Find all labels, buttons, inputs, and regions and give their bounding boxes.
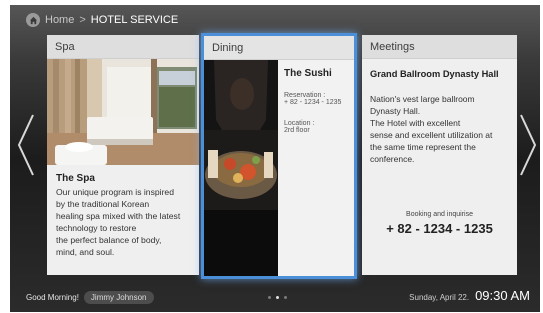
meetings-desc-line: the same time represent the xyxy=(370,142,476,152)
page-indicator xyxy=(268,296,287,299)
greeting: Good Morning! Jimmy Johnson xyxy=(26,291,154,304)
breadcrumb-home[interactable]: Home xyxy=(45,14,74,26)
location-label: Location : xyxy=(284,120,315,127)
meetings-desc-line: Nation's vest large ballroom xyxy=(370,94,475,104)
home-icon[interactable] xyxy=(26,13,40,27)
spa-title: The Spa xyxy=(56,173,95,184)
meetings-desc-line: The Hotel with excellent xyxy=(370,118,461,128)
spa-desc-line: the perfect balance of body, xyxy=(56,235,162,245)
meetings-card[interactable]: Meetings Grand Ballroom Dynasty Hall Nat… xyxy=(362,35,517,275)
meetings-desc-line: conference. xyxy=(370,154,415,164)
spa-desc-line: mind, and soul. xyxy=(56,247,115,257)
meetings-card-body: Grand Ballroom Dynasty Hall Nation's ves… xyxy=(362,59,517,175)
breadcrumb-separator: > xyxy=(79,14,86,26)
tv-screen: Home > HOTEL SERVICE Spa The Spa Our uni… xyxy=(10,5,540,312)
time-text: 09:30 AM xyxy=(475,288,530,303)
booking-phone: + 82 - 1234 - 1235 xyxy=(386,221,493,236)
spa-photo xyxy=(47,59,199,165)
booking-label: Booking and inquirise xyxy=(406,211,473,218)
breadcrumb: Home > HOTEL SERVICE xyxy=(26,11,178,29)
spa-desc-line: by the traditional Korean xyxy=(56,199,150,209)
spa-desc-line: Our unique program is inspired xyxy=(56,187,174,197)
dining-card-header: Dining xyxy=(204,36,354,60)
date-text: Sunday, April 22. xyxy=(409,293,470,302)
spa-desc-line: technology to restore xyxy=(56,223,137,233)
chevron-right-icon[interactable] xyxy=(518,113,538,177)
chevron-left-icon[interactable] xyxy=(16,113,36,177)
dining-card[interactable]: Dining The Sushi Reservation: + 82 - 12… xyxy=(201,33,357,279)
page-dot[interactable] xyxy=(268,296,271,299)
spa-card-body: The Spa Our unique program is inspired b… xyxy=(47,165,199,262)
meetings-desc-line: Dynasty Hall. xyxy=(370,106,421,116)
spa-desc-line: healing spa mixed with the latest xyxy=(56,211,181,221)
greeting-text: Good Morning! xyxy=(26,293,79,302)
spa-card[interactable]: Spa The Spa Our unique program is inspir… xyxy=(47,35,199,275)
dining-photo xyxy=(204,60,278,276)
breadcrumb-current: HOTEL SERVICE xyxy=(90,14,179,26)
location-value: 2rd floor xyxy=(284,127,310,134)
reservation-value: + 82 - 1234 - 1235 xyxy=(284,99,342,106)
booking-block: Booking and inquirise + 82 - 1234 - 1235 xyxy=(362,211,517,236)
spa-card-header: Spa xyxy=(47,35,199,59)
meetings-desc-line: sense and excellent utilization at xyxy=(370,130,493,140)
page-dot-active[interactable] xyxy=(276,296,279,299)
dining-info: The Sushi Reservation : + 82 - 1234 - 12… xyxy=(278,60,347,276)
meetings-title: Grand Ballroom Dynasty Hall xyxy=(370,69,499,79)
meetings-card-header: Meetings xyxy=(362,35,517,59)
user-chip[interactable]: Jimmy Johnson xyxy=(83,291,154,304)
dining-title: The Sushi xyxy=(284,68,332,79)
page-dot[interactable] xyxy=(284,296,287,299)
reservation-label: Reservation : xyxy=(284,92,326,99)
datetime: Sunday, April 22. 09:30 AM xyxy=(409,288,530,303)
